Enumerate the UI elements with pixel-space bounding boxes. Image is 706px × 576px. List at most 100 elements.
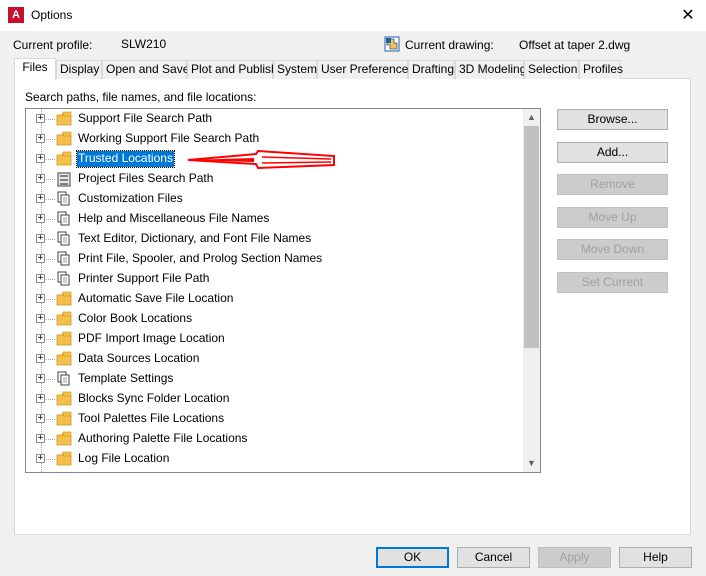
tree-connector <box>46 239 55 240</box>
tree-connector <box>46 299 55 300</box>
expand-plus-icon[interactable]: + <box>36 314 45 323</box>
files-icon <box>56 211 72 227</box>
tab-display[interactable]: Display <box>56 60 102 79</box>
tree-connector <box>46 159 55 160</box>
window-title: Options <box>31 8 73 22</box>
expand-plus-icon[interactable]: + <box>36 394 45 403</box>
files-icon <box>56 371 72 387</box>
tree-item-label: Printer Support File Path <box>78 271 210 285</box>
cabinet-icon <box>56 171 72 187</box>
expand-plus-icon[interactable]: + <box>36 234 45 243</box>
expand-plus-icon[interactable]: + <box>36 194 45 203</box>
tab-drafting[interactable]: Drafting <box>408 60 455 79</box>
files-icon <box>56 191 72 207</box>
ok-button[interactable]: OK <box>376 547 449 568</box>
drawing-icon <box>384 36 400 52</box>
expand-plus-icon[interactable]: + <box>36 154 45 163</box>
tree-item[interactable]: + Text Editor, Dictionary, and Font File … <box>26 229 520 249</box>
tree-connector <box>46 439 55 440</box>
annotation-red-arrow <box>187 150 335 170</box>
folder-icon <box>56 151 72 167</box>
move-down-button[interactable]: Move Down <box>557 239 668 260</box>
scroll-down-icon[interactable]: ▼ <box>523 455 540 472</box>
expand-plus-icon[interactable]: + <box>36 254 45 263</box>
close-button[interactable]: ✕ <box>670 0 706 31</box>
expand-plus-icon[interactable]: + <box>36 374 45 383</box>
tree-item[interactable]: + Authoring Palette File Locations <box>26 429 520 449</box>
expand-plus-icon[interactable]: + <box>36 434 45 443</box>
tree-connector <box>46 379 55 380</box>
expand-plus-icon[interactable]: + <box>36 454 45 463</box>
tab-profiles[interactable]: Profiles <box>579 60 623 79</box>
scroll-thumb[interactable] <box>524 126 539 348</box>
tab-3d-modeling[interactable]: 3D Modeling <box>455 60 526 79</box>
tree-item-label: Working Support File Search Path <box>78 131 260 145</box>
tree-item-label: Trusted Locations <box>76 150 175 168</box>
tree-item[interactable]: + Customization Files <box>26 189 520 209</box>
folder-icon <box>56 431 72 447</box>
tree-item[interactable]: + Tool Palettes File Locations <box>26 409 520 429</box>
scroll-up-icon[interactable]: ▲ <box>523 109 540 126</box>
tree-item-label: Support File Search Path <box>78 111 213 125</box>
folder-icon <box>56 311 72 327</box>
expand-plus-icon[interactable]: + <box>36 294 45 303</box>
tree-item[interactable]: + Printer Support File Path <box>26 269 520 289</box>
tree-item[interactable]: + Blocks Sync Folder Location <box>26 389 520 409</box>
tree-connector <box>46 199 55 200</box>
move-up-button[interactable]: Move Up <box>557 207 668 228</box>
expand-plus-icon[interactable]: + <box>36 274 45 283</box>
files-icon <box>56 231 72 247</box>
tree-item-label: Print File, Spooler, and Prolog Section … <box>78 251 323 265</box>
expand-plus-icon[interactable]: + <box>36 334 45 343</box>
search-paths-label: Search paths, file names, and file locat… <box>25 90 257 104</box>
expand-plus-icon[interactable]: + <box>36 414 45 423</box>
tree-item[interactable]: + Print File, Spooler, and Prolog Section… <box>26 249 520 269</box>
tab-system[interactable]: System <box>273 60 317 79</box>
tree-item-label: Log File Location <box>78 451 170 465</box>
set-current-button[interactable]: Set Current <box>557 272 668 293</box>
tree-connector <box>46 419 55 420</box>
expand-plus-icon[interactable]: + <box>36 114 45 123</box>
tree-connector <box>46 319 55 320</box>
current-drawing-label: Current drawing: <box>405 38 494 52</box>
tree-item[interactable]: + Project Files Search Path <box>26 169 520 189</box>
expand-plus-icon[interactable]: + <box>36 174 45 183</box>
remove-button[interactable]: Remove <box>557 174 668 195</box>
folder-icon <box>56 111 72 127</box>
tab-plot-and-publish[interactable]: Plot and Publish <box>187 60 278 79</box>
tree-item[interactable]: + Working Support File Search Path <box>26 129 520 149</box>
tree-item-label: PDF Import Image Location <box>78 331 225 345</box>
expand-plus-icon[interactable]: + <box>36 214 45 223</box>
help-button[interactable]: Help <box>619 547 692 568</box>
tree-item[interactable]: + Log File Location <box>26 449 520 469</box>
tree-item[interactable]: + Template Settings <box>26 369 520 389</box>
tree-item[interactable]: + Support File Search Path <box>26 109 520 129</box>
tree-item[interactable]: + Help and Miscellaneous File Names <box>26 209 520 229</box>
tab-open-and-save[interactable]: Open and Save <box>102 60 189 79</box>
folder-icon <box>56 391 72 407</box>
title-bar: A Options ✕ <box>0 0 706 31</box>
apply-button[interactable]: Apply <box>538 547 611 568</box>
cancel-button[interactable]: Cancel <box>457 547 530 568</box>
files-icon <box>56 271 72 287</box>
tab-selection[interactable]: Selection <box>524 60 579 79</box>
tree-item[interactable]: + Data Sources Location <box>26 349 520 369</box>
tree-item[interactable]: + Color Book Locations <box>26 309 520 329</box>
add-button[interactable]: Add... <box>557 142 668 163</box>
tree-item[interactable]: + Automatic Save File Location <box>26 289 520 309</box>
tree-item-label: Project Files Search Path <box>78 171 214 185</box>
tab-files[interactable]: Files <box>14 58 56 80</box>
browse-button[interactable]: Browse... <box>557 109 668 130</box>
tree-vertical-scrollbar[interactable]: ▲ ▼ <box>523 109 540 472</box>
folder-icon <box>56 451 72 467</box>
expand-plus-icon[interactable]: + <box>36 354 45 363</box>
tree-connector <box>46 179 55 180</box>
tree-item[interactable]: + PDF Import Image Location <box>26 329 520 349</box>
autocad-app-icon: A <box>8 7 24 23</box>
tree-item-label: Template Settings <box>78 371 174 385</box>
tree-connector <box>46 279 55 280</box>
tree-connector <box>46 139 55 140</box>
tree-item-label: Customization Files <box>78 191 183 205</box>
expand-plus-icon[interactable]: + <box>36 134 45 143</box>
tab-user-preferences[interactable]: User Preferences <box>317 60 414 79</box>
